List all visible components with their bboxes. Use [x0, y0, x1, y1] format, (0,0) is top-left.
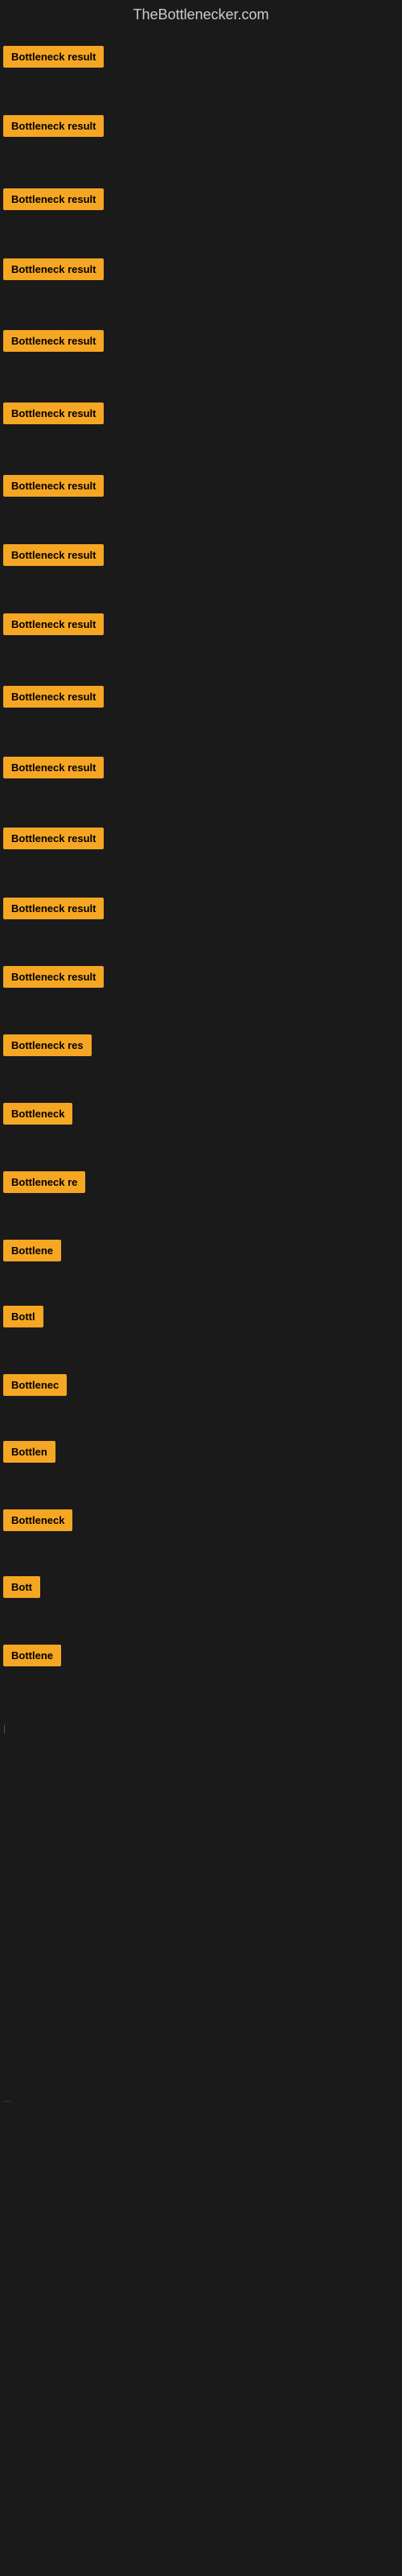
bottleneck-label-18[interactable]: Bottlene: [3, 1240, 61, 1261]
bottleneck-label-16[interactable]: Bottleneck: [3, 1103, 72, 1125]
bottleneck-label-8[interactable]: Bottleneck result: [3, 544, 104, 566]
bottleneck-item-4: Bottleneck result: [3, 258, 104, 284]
bottleneck-item-3: Bottleneck result: [3, 188, 104, 214]
bottleneck-item-17: Bottleneck re: [3, 1171, 85, 1197]
bottleneck-item-8: Bottleneck result: [3, 544, 104, 570]
bottleneck-item-9: Bottleneck result: [3, 613, 104, 639]
bottleneck-label-1[interactable]: Bottleneck result: [3, 46, 104, 68]
bottleneck-label-24[interactable]: Bottlene: [3, 1645, 61, 1666]
bottleneck-item-22: Bottleneck: [3, 1509, 72, 1535]
bottleneck-label-20[interactable]: Bottlenec: [3, 1374, 67, 1396]
bottleneck-label-10[interactable]: Bottleneck result: [3, 686, 104, 708]
marker-2: ...: [3, 2093, 11, 2104]
bottleneck-label-13[interactable]: Bottleneck result: [3, 898, 104, 919]
bottleneck-item-2: Bottleneck result: [3, 115, 104, 141]
bottleneck-item-20: Bottlenec: [3, 1374, 67, 1400]
bottleneck-label-15[interactable]: Bottleneck res: [3, 1034, 92, 1056]
bottleneck-item-10: Bottleneck result: [3, 686, 104, 712]
bottleneck-label-6[interactable]: Bottleneck result: [3, 402, 104, 424]
marker-1: |: [3, 1723, 6, 1734]
bottleneck-label-19[interactable]: Bottl: [3, 1306, 43, 1327]
bottleneck-item-15: Bottleneck res: [3, 1034, 92, 1060]
bottleneck-item-23: Bott: [3, 1576, 40, 1602]
bottleneck-label-17[interactable]: Bottleneck re: [3, 1171, 85, 1193]
bottleneck-item-19: Bottl: [3, 1306, 43, 1331]
bottleneck-label-22[interactable]: Bottleneck: [3, 1509, 72, 1531]
bottleneck-item-14: Bottleneck result: [3, 966, 104, 992]
bottleneck-label-5[interactable]: Bottleneck result: [3, 330, 104, 352]
bottleneck-label-2[interactable]: Bottleneck result: [3, 115, 104, 137]
bottleneck-item-6: Bottleneck result: [3, 402, 104, 428]
bottleneck-item-5: Bottleneck result: [3, 330, 104, 356]
bottleneck-label-9[interactable]: Bottleneck result: [3, 613, 104, 635]
bottleneck-item-7: Bottleneck result: [3, 475, 104, 501]
bottleneck-label-4[interactable]: Bottleneck result: [3, 258, 104, 280]
bottleneck-label-23[interactable]: Bott: [3, 1576, 40, 1598]
bottleneck-label-11[interactable]: Bottleneck result: [3, 757, 104, 778]
bottleneck-label-7[interactable]: Bottleneck result: [3, 475, 104, 497]
bottleneck-item-1: Bottleneck result: [3, 46, 104, 72]
bottleneck-label-3[interactable]: Bottleneck result: [3, 188, 104, 210]
bottleneck-item-24: Bottlene: [3, 1645, 61, 1670]
bottleneck-item-11: Bottleneck result: [3, 757, 104, 782]
bottleneck-label-12[interactable]: Bottleneck result: [3, 828, 104, 849]
bottleneck-item-21: Bottlen: [3, 1441, 55, 1467]
bottleneck-item-13: Bottleneck result: [3, 898, 104, 923]
bottleneck-label-14[interactable]: Bottleneck result: [3, 966, 104, 988]
bottleneck-item-12: Bottleneck result: [3, 828, 104, 853]
bottleneck-item-18: Bottlene: [3, 1240, 61, 1265]
bottleneck-label-21[interactable]: Bottlen: [3, 1441, 55, 1463]
site-title: TheBottlenecker.com: [0, 0, 402, 33]
bottleneck-item-16: Bottleneck: [3, 1103, 72, 1129]
